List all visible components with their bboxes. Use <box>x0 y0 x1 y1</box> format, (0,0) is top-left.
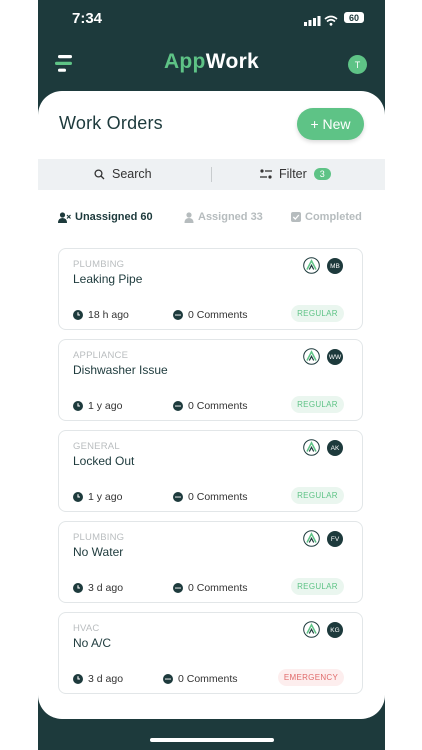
assignee-logo-icon <box>303 621 320 638</box>
work-order-title: Leaking Pipe <box>73 272 143 286</box>
priority-badge: REGULAR <box>291 578 344 595</box>
age-text: 18 h ago <box>88 309 129 321</box>
work-order-title: Locked Out <box>73 454 135 468</box>
signal-wifi-icon <box>304 13 340 31</box>
app-screen: 7:34 60 AppWork T Work Orders + New Sear <box>38 0 385 750</box>
work-order-title: Dishwasher Issue <box>73 363 168 377</box>
status-time: 7:34 <box>72 10 103 27</box>
filter-count-badge: 3 <box>313 168 331 180</box>
work-orders-panel: Work Orders + New Search Filter 3 Unassi… <box>38 91 385 719</box>
priority-badge: REGULAR <box>291 305 344 322</box>
app-logo: AppWork <box>163 50 260 73</box>
comments-text: 0 Comments <box>188 491 248 503</box>
assignee-logo-icon <box>303 439 320 456</box>
comment-icon <box>173 583 183 593</box>
age-text: 1 y ago <box>88 400 123 412</box>
work-order-card[interactable]: GENERAL Locked Out AK 1 y ago 0 Comments REGU… <box>58 430 363 512</box>
tab-unassigned[interactable]: Unassigned 60 <box>58 211 153 223</box>
search-button[interactable]: Search <box>94 167 152 181</box>
page-title: Work Orders <box>59 113 163 133</box>
toolbar-divider <box>211 167 212 182</box>
user-unassigned-icon <box>58 211 71 223</box>
work-order-title: No Water <box>73 545 124 559</box>
work-order-age: 3 d ago <box>73 582 123 594</box>
assignee-initials-avatar: AK <box>327 440 343 456</box>
work-order-comments: 0 Comments <box>173 491 248 503</box>
comment-icon <box>163 674 173 684</box>
search-icon <box>94 168 105 179</box>
priority-badge: REGULAR <box>291 487 344 504</box>
assignee-initials-avatar: WW <box>327 349 343 365</box>
work-order-age: 3 d ago <box>73 673 123 685</box>
tab-label: Completed <box>305 211 362 223</box>
tab-label: Unassigned 60 <box>75 211 153 223</box>
filter-button[interactable]: Filter 3 <box>260 167 331 181</box>
work-order-card[interactable]: APPLIANCE Dishwasher Issue WW 1 y ago 0 Comm… <box>58 339 363 421</box>
status-bar: 7:34 60 <box>38 0 385 36</box>
work-order-card[interactable]: PLUMBING No Water FV 3 d ago 0 Comments REGUL… <box>58 521 363 603</box>
clock-icon <box>73 674 83 684</box>
search-filter-bar: Search Filter 3 <box>38 159 385 190</box>
battery-icon: 60 <box>344 12 364 23</box>
work-order-age: 1 y ago <box>73 491 122 503</box>
work-order-card[interactable]: PLUMBING Leaking Pipe MB 18 h ago 0 Comments… <box>58 248 363 330</box>
work-order-card[interactable]: HVAC No A/C KG 3 d ago 0 Comments EMERGENCY <box>58 612 363 694</box>
filter-icon <box>260 169 272 179</box>
tab-assigned[interactable]: Assigned 33 <box>184 211 263 223</box>
user-icon <box>184 211 194 223</box>
priority-badge: REGULAR <box>291 396 344 413</box>
clock-icon <box>73 583 83 593</box>
home-indicator <box>150 738 274 742</box>
work-order-title: No A/C <box>73 636 112 650</box>
assignee-logo-icon <box>303 257 320 274</box>
work-order-category: PLUMBING <box>73 259 125 270</box>
work-order-category: GENERAL <box>73 441 120 452</box>
assignee-initials-avatar: FV <box>327 531 343 547</box>
work-order-comments: 0 Comments <box>173 400 248 412</box>
work-order-age: 18 h ago <box>73 309 129 321</box>
assignee-initials-avatar: KG <box>327 622 343 638</box>
comments-text: 0 Comments <box>188 400 248 412</box>
filter-label: Filter <box>279 167 307 181</box>
new-work-order-button[interactable]: + New <box>297 108 364 140</box>
comments-text: 0 Comments <box>178 673 238 685</box>
age-text: 1 y ago <box>88 491 123 503</box>
work-order-age: 1 y ago <box>73 400 122 412</box>
work-order-category: HVAC <box>73 623 100 634</box>
age-text: 3 d ago <box>88 673 124 685</box>
clock-icon <box>73 401 83 411</box>
search-label: Search <box>112 167 152 181</box>
work-order-category: PLUMBING <box>73 532 125 543</box>
work-order-comments: 0 Comments <box>173 582 248 594</box>
status-tabs: Unassigned 60 Assigned 33 Completed <box>58 211 385 229</box>
clock-icon <box>73 492 83 502</box>
user-avatar[interactable]: T <box>348 55 367 74</box>
work-order-comments: 0 Comments <box>163 673 238 685</box>
work-order-category: APPLIANCE <box>73 350 129 361</box>
comment-icon <box>173 310 183 320</box>
clock-icon <box>73 310 83 320</box>
assignee-initials-avatar: MB <box>327 258 343 274</box>
tab-completed[interactable]: Completed <box>291 211 362 223</box>
comment-icon <box>173 492 183 502</box>
comments-text: 0 Comments <box>188 582 248 594</box>
assignee-logo-icon <box>303 348 320 365</box>
comments-text: 0 Comments <box>188 309 248 321</box>
comment-icon <box>173 401 183 411</box>
work-order-comments: 0 Comments <box>173 309 248 321</box>
tab-label: Assigned 33 <box>198 211 263 223</box>
checkbox-icon <box>291 212 301 222</box>
assignee-logo-icon <box>303 530 320 547</box>
age-text: 3 d ago <box>88 582 124 594</box>
priority-badge: EMERGENCY <box>278 669 344 686</box>
